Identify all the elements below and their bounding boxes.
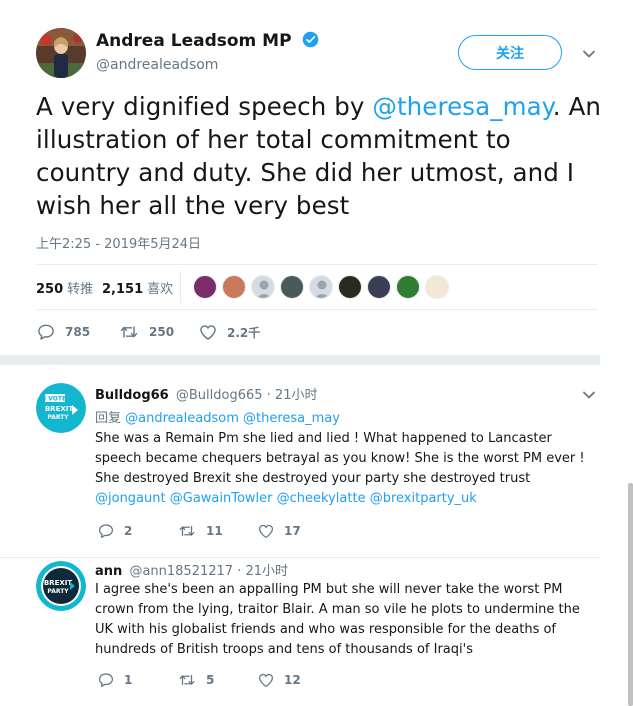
like-count: 12	[284, 673, 301, 687]
like-button[interactable]: 12	[257, 671, 301, 689]
likes-stat-count: 2,151	[102, 282, 144, 297]
reply-icon	[98, 673, 114, 688]
tweet-timestamp[interactable]: 上午2:25 - 2019年5月24日	[36, 233, 201, 252]
replying-to: 回复 @andrealeadsom @theresa_may	[95, 407, 340, 426]
reply-tweet[interactable]: BREXIT PARTY ann @ann18521217 · 21小时 I a…	[0, 558, 600, 706]
like-count: 2.2千	[227, 325, 261, 340]
avatar-brexit-text: BREXIT	[44, 579, 73, 587]
like-icon	[200, 325, 216, 340]
reply-header: Bulldog66 @Bulldog665 · 21小时	[95, 384, 317, 403]
reply-author-handle[interactable]: @Bulldog665	[176, 388, 263, 403]
retweet-button[interactable]: 5	[177, 671, 214, 689]
liker-avatar[interactable]	[222, 275, 246, 299]
avatar-party-text: PARTY	[47, 588, 69, 595]
tweet-text: A very dignified speech by @theresa_may.…	[36, 90, 606, 222]
liker-avatar[interactable]	[309, 275, 333, 299]
reply-tweet[interactable]: I VOTE BREXIT PARTY Bulldog66 @Bulldog66…	[0, 365, 600, 558]
chevron-down-icon[interactable]	[582, 387, 596, 406]
chevron-down-icon[interactable]	[582, 46, 596, 65]
mention-link[interactable]: @theresa_may	[372, 92, 552, 121]
mention-link[interactable]: @brexitparty_uk	[370, 491, 477, 506]
reply-author-name[interactable]: ann	[95, 564, 122, 579]
liker-avatar[interactable]	[396, 275, 420, 299]
likes-stat[interactable]: 2,151 喜欢	[102, 278, 173, 297]
liker-avatar[interactable]	[338, 275, 362, 299]
mention-link[interactable]: @cheekylatte	[277, 491, 366, 506]
author-name[interactable]: Andrea Leadsom MP	[96, 31, 319, 53]
retweets-stat-count: 250	[36, 282, 64, 297]
avatar-party-text: PARTY	[47, 414, 69, 421]
reply-button[interactable]: 785	[36, 322, 90, 342]
main-tweet: Andrea Leadsom MP @andrealeadsom 关注 A ve…	[0, 0, 601, 355]
reply-icon	[98, 524, 114, 539]
retweet-count: 5	[206, 673, 215, 687]
reply-text-body: She was a Remain Pm she lied and lied ! …	[95, 431, 585, 486]
liker-avatar[interactable]	[193, 275, 217, 299]
liker-avatar[interactable]	[280, 275, 304, 299]
engagement-stats: 250 转推 2,151 喜欢	[36, 264, 598, 310]
reply-avatar[interactable]: I VOTE BREXIT PARTY	[36, 383, 86, 433]
author-name-text[interactable]: Andrea Leadsom MP	[96, 31, 292, 51]
author-avatar[interactable]	[36, 28, 86, 78]
avatar-vote-text: I VOTE	[44, 396, 66, 403]
retweet-count: 11	[206, 524, 223, 538]
retweet-button[interactable]: 250	[118, 322, 174, 342]
liker-avatar[interactable]	[425, 275, 449, 299]
retweet-count: 250	[149, 325, 175, 339]
likes-stat-label: 喜欢	[147, 282, 174, 297]
liker-avatar[interactable]	[251, 275, 275, 299]
reply-count: 1	[124, 673, 133, 687]
verified-badge-icon	[302, 31, 319, 53]
mention-link[interactable]: @theresa_may	[243, 411, 340, 426]
mention-link[interactable]: @GawainTowler	[170, 491, 273, 506]
reply-text: I agree she's been an appalling PM but s…	[95, 580, 600, 660]
avatar-brexit-text: BREXIT	[45, 405, 74, 413]
like-button[interactable]: 17	[257, 522, 301, 540]
like-icon	[258, 524, 274, 539]
retweet-button[interactable]: 11	[177, 522, 223, 540]
replying-to-label: 回复	[95, 411, 122, 426]
retweet-icon	[179, 525, 195, 537]
like-icon	[258, 673, 274, 688]
reply-text-body: I agree she's been an appalling PM but s…	[95, 582, 580, 657]
reply-avatar[interactable]: BREXIT PARTY	[36, 561, 86, 611]
scrollbar[interactable]	[628, 483, 633, 706]
like-button[interactable]: 2.2千	[198, 322, 260, 342]
retweet-icon	[120, 326, 138, 338]
reply-author-name[interactable]: Bulldog66	[95, 388, 169, 403]
mention-link[interactable]: @jongaunt	[95, 491, 166, 506]
retweets-stat[interactable]: 250 转推	[36, 278, 93, 297]
reply-count: 2	[124, 524, 133, 538]
reply-text: She was a Remain Pm she lied and lied ! …	[95, 429, 600, 509]
reply-button[interactable]: 1	[97, 671, 132, 689]
reply-count: 785	[65, 325, 91, 339]
section-separator	[0, 355, 600, 365]
reply-author-handle[interactable]: @ann18521217	[129, 564, 233, 579]
reply-time[interactable]: · 21小时	[237, 564, 288, 579]
retweet-icon	[179, 674, 195, 686]
liker-avatar[interactable]	[367, 275, 391, 299]
stats-divider	[180, 271, 181, 303]
mention-link[interactable]: @andrealeadsom	[125, 411, 239, 426]
follow-button[interactable]: 关注	[458, 35, 562, 70]
reply-time[interactable]: · 21小时	[267, 388, 318, 403]
like-count: 17	[284, 524, 301, 538]
reply-button[interactable]: 2	[97, 522, 132, 540]
reply-header: ann @ann18521217 · 21小时	[95, 560, 288, 579]
reply-icon	[38, 324, 54, 340]
retweets-stat-label: 转推	[67, 282, 94, 297]
author-handle[interactable]: @andrealeadsom	[96, 57, 218, 73]
tweet-text-part: A very dignified speech by	[36, 92, 373, 121]
